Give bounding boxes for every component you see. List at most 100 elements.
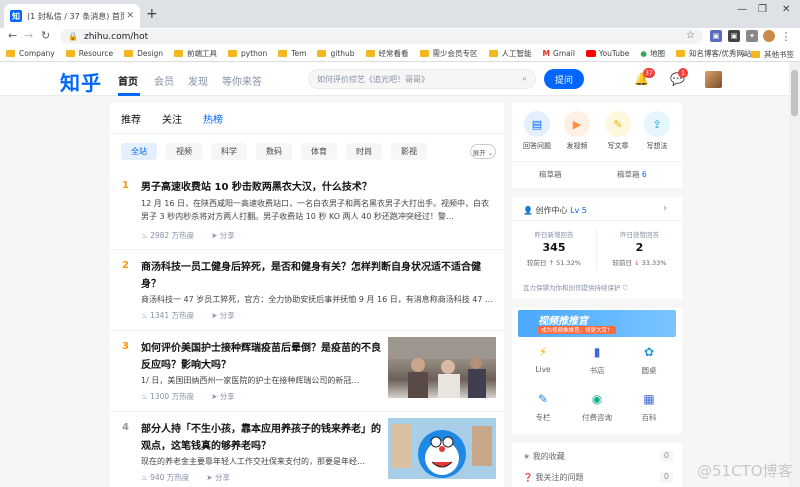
search-icon[interactable]: ⌕ — [522, 74, 527, 84]
profile-avatar-icon[interactable] — [763, 30, 775, 42]
share-button[interactable]: ➤ 分享 — [211, 230, 235, 241]
bookmark-item[interactable]: Tem — [278, 49, 306, 58]
chip-fashion[interactable]: 时尚 — [346, 143, 382, 160]
rank-number: 4 — [122, 422, 129, 433]
scrollbar[interactable] — [789, 62, 800, 487]
write-thought-button[interactable]: ⇪ 写想法 — [637, 111, 677, 151]
roundtable-link[interactable]: ✿ 圆桌 — [629, 345, 669, 376]
folder-icon — [488, 50, 498, 57]
ask-question-button[interactable]: 提问 — [544, 69, 584, 89]
item-thumbnail[interactable] — [388, 337, 496, 398]
post-video-button[interactable]: ▶ 发视频 — [557, 111, 597, 151]
roundtable-icon: ✿ — [643, 345, 655, 359]
item-excerpt[interactable]: 1/ 日，美国田纳西州一家医院的护士在接种辉瑞公司的新冠… — [141, 374, 381, 387]
divider — [110, 411, 504, 412]
close-window-icon[interactable]: ✕ — [782, 4, 790, 15]
share-button[interactable]: ➤ 分享 — [211, 310, 235, 321]
favorites-link[interactable]: ★ 我的收藏 0 — [523, 451, 673, 462]
chip-sports[interactable]: 体育 — [301, 143, 337, 160]
chip-film[interactable]: 影视 — [391, 143, 427, 160]
browser-tab[interactable]: 知 (1 封私信 / 37 条消息) 首页 - 知 ✕ — [4, 4, 140, 28]
chip-science[interactable]: 科学 — [211, 143, 247, 160]
bookmark-item[interactable]: Company — [6, 49, 55, 58]
other-bookmarks[interactable]: » 其他书签 — [742, 49, 794, 60]
chip-digital[interactable]: 数码 — [256, 143, 292, 160]
bookmark-item[interactable]: python — [228, 49, 267, 58]
encyclopedia-link[interactable]: ▦ 百科 — [629, 392, 669, 423]
item-title[interactable]: 商汤科技一员工健身后猝死，是否和健身有关？怎样判断自身状况适不适合健身？ — [141, 259, 496, 293]
paid-consult-link[interactable]: ◉ 付费咨询 — [577, 392, 617, 423]
write-article-button[interactable]: ✎ 写文章 — [598, 111, 638, 151]
column-link[interactable]: ✎ 专栏 — [523, 392, 563, 423]
share-button[interactable]: ➤ 分享 — [211, 391, 235, 402]
maximize-icon[interactable]: ❐ — [758, 4, 767, 15]
bookmark-item[interactable]: 经常看看 — [365, 48, 409, 59]
extension-icon[interactable]: ▣ — [728, 30, 740, 42]
bookmark-item[interactable]: 知名博客/优秀网站 — [675, 48, 751, 59]
bookmark-youtube[interactable]: YouTube — [585, 49, 629, 58]
bookmark-maps[interactable]: ● 地图 — [640, 48, 665, 59]
scrollbar-thumb[interactable] — [791, 70, 798, 116]
banner-title: 视频推推官 — [538, 316, 588, 327]
new-tab-icon[interactable]: + — [146, 6, 158, 22]
stat-change: 较前日 ↑ 51.32% — [527, 259, 581, 267]
hot-list-item[interactable]: 1 男子高速收费站 10 秒击败两黑衣大汉，什么技术？ 12 月 16 日，在陕… — [110, 175, 504, 253]
bookmark-item[interactable]: Design — [124, 49, 163, 58]
nav-waiting-answers[interactable]: 等你来答 — [222, 73, 262, 88]
nav-home[interactable]: 首页 — [118, 73, 138, 88]
bookmark-item[interactable]: 需少会员专区 — [419, 48, 478, 59]
tab-hot[interactable]: 热榜 — [203, 111, 223, 126]
hot-list-item[interactable]: 3 如何评价美国护士接种辉瑞疫苗后晕倒？是疫苗的不良反应吗？影响大吗？ 1/ 日… — [110, 336, 504, 408]
bookmark-gmail[interactable]: M Gmail — [543, 49, 575, 58]
fire-icon: ♨ — [141, 473, 151, 482]
stat-value: 2 — [635, 241, 644, 254]
nav-discover[interactable]: 发现 — [188, 73, 208, 88]
tab-follow[interactable]: 关注 — [162, 111, 182, 126]
live-link[interactable]: ⚡ Live — [523, 345, 563, 374]
item-title[interactable]: 如何评价美国护士接种辉瑞疫苗后晕倒？是疫苗的不良反应吗？影响大吗？ — [141, 340, 381, 374]
bookmark-item[interactable]: 人工智能 — [488, 48, 532, 59]
bookstore-link[interactable]: ▮ 书店 — [577, 345, 617, 376]
star-icon[interactable]: ☆ — [686, 30, 695, 41]
bookmark-item[interactable]: 前端工具 — [174, 48, 217, 59]
address-bar[interactable]: 🔒 zhihu.com/hot ☆ — [60, 29, 703, 44]
item-title[interactable]: 男子高速收费站 10 秒击败两黑衣大汉，什么技术？ — [141, 179, 372, 196]
bookmark-item[interactable]: github — [317, 49, 355, 58]
reload-icon[interactable]: ↻ — [41, 29, 50, 42]
chip-video[interactable]: 视频 — [166, 143, 202, 160]
close-icon[interactable]: ✕ — [126, 11, 134, 21]
promo-banner[interactable]: 视频推推官 成为视频推推官，领更大赏！ — [518, 310, 676, 337]
search-input[interactable]: 如何评价综艺《追光吧！哥哥》 ⌕ — [308, 69, 536, 89]
hot-list-item[interactable]: 4 部分人持「不生小孩，靠本应用养孩子的钱来养老」的观点，这笔钱真的够养老吗？ … — [110, 417, 504, 487]
expand-button[interactable]: 展开 ⌄ — [470, 144, 496, 159]
drafts-link[interactable]: 稿草箱 — [539, 169, 562, 180]
creator-center-header[interactable]: 👤 创作中心 Lv 5 — [523, 205, 587, 216]
bookmark-item[interactable]: Resource — [65, 49, 113, 58]
tab-recommend[interactable]: 推荐 — [121, 111, 141, 126]
tab-title: (1 封私信 / 37 条消息) 首页 - 知 — [27, 11, 125, 21]
hot-list-item[interactable]: 2 商汤科技一员工健身后猝死，是否和健身有关？怎样判断自身状况适不适合健身？ 商… — [110, 255, 504, 325]
share-button[interactable]: ➤ 分享 — [206, 472, 230, 483]
item-title[interactable]: 部分人持「不生小孩，靠本应用养孩子的钱来养老」的观点，这笔钱真的够养老吗？ — [141, 421, 381, 455]
avatar[interactable] — [705, 71, 722, 88]
lock-icon: 🔒 — [68, 32, 78, 41]
menu-icon[interactable]: ⋮ — [780, 30, 792, 43]
minimize-icon[interactable]: — — [737, 4, 747, 15]
followed-questions-link[interactable]: ❓ 我关注的问题 0 — [523, 472, 673, 483]
chevron-right-icon[interactable]: › — [663, 203, 667, 214]
thumbnail-graphic — [388, 337, 496, 398]
puzzle-icon[interactable]: ✦ — [746, 30, 758, 42]
back-icon[interactable]: ← — [8, 29, 17, 42]
item-excerpt[interactable]: 12 月 16 日，在陕西咸阳一高速收费站口，一名白衣男子和两名黑衣男子大打出手… — [141, 197, 496, 223]
url-text: zhihu.com/hot — [83, 31, 149, 42]
drafts-box-link[interactable]: 稿草箱 6 — [617, 169, 647, 180]
answer-question-button[interactable]: ▤ 回答问题 — [517, 111, 557, 151]
forward-icon[interactable]: → — [24, 29, 33, 42]
chip-all[interactable]: 全站 — [121, 143, 157, 160]
item-thumbnail[interactable] — [388, 418, 496, 479]
zhihu-logo[interactable]: 知乎 — [60, 67, 102, 96]
extension-icon[interactable]: ▣ — [710, 30, 722, 42]
nav-vip[interactable]: 会员 — [154, 73, 174, 88]
item-excerpt[interactable]: 现在的养老金主要靠年轻人工作交社保来支付的，那要是年经… — [141, 455, 381, 468]
item-excerpt[interactable]: 商汤科技一 47 岁员工猝死，官方：全力协助安抚后事并抚恤 9 月 16 日，有… — [141, 293, 496, 306]
